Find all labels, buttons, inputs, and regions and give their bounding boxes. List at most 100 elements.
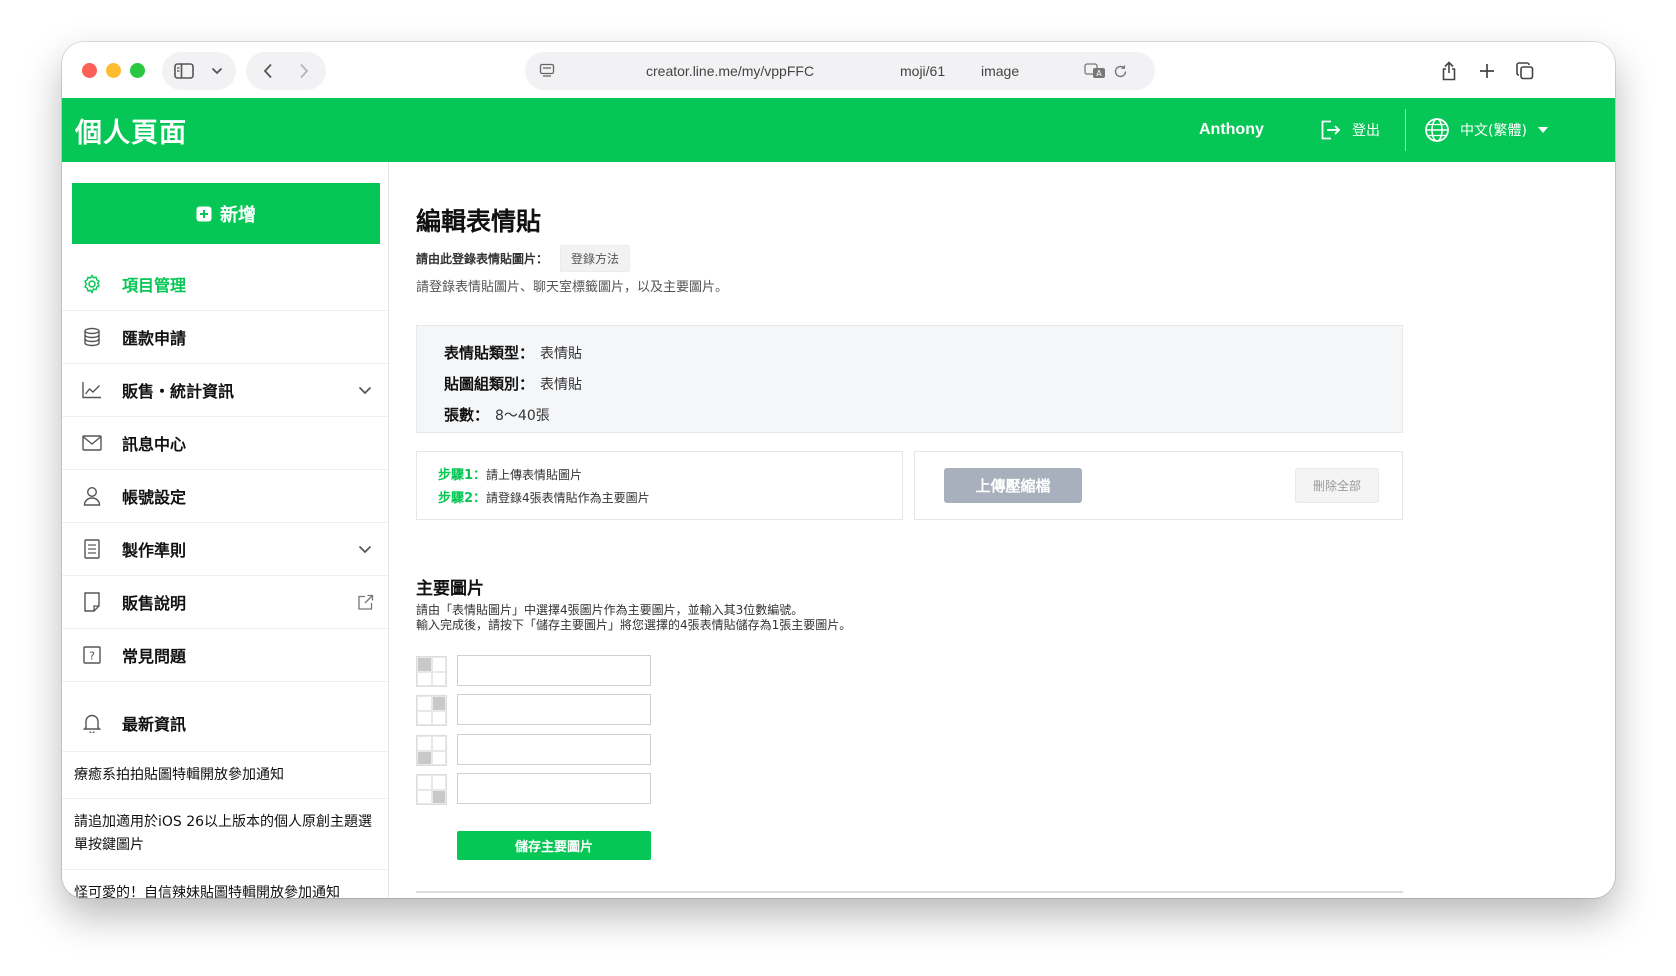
minimize-window-button[interactable]	[106, 63, 121, 78]
page-title-brand[interactable]: 個人頁面	[75, 98, 187, 162]
page-menu-icon[interactable]	[532, 52, 562, 90]
count-value: 8〜40張	[495, 408, 550, 424]
language-selector[interactable]: 中文(繁體)	[1424, 98, 1549, 162]
url-text-part-3: image	[981, 63, 1020, 79]
bell-icon	[82, 713, 102, 733]
browser-window: creator.line.me/my/vppFFC moji/61 image …	[62, 42, 1615, 898]
main-image-slot-2	[416, 694, 651, 726]
upload-box: 上傳壓縮檔 刪除全部	[914, 451, 1403, 520]
main-image-number-input-4[interactable]	[457, 773, 651, 804]
external-link-icon	[355, 592, 375, 612]
sticker-group-label: 貼圖組類別：	[444, 375, 535, 393]
sidebar-item-label: 販售說明	[122, 594, 187, 613]
logout-icon	[1321, 120, 1341, 140]
edit-emoji-title: 編輯表情貼	[416, 207, 542, 236]
emoji-type-label: 表情貼類型：	[444, 344, 535, 362]
address-bar[interactable]	[525, 52, 1155, 90]
sidebar-item-label: 販售・統計資訊	[122, 382, 235, 401]
close-window-button[interactable]	[82, 63, 97, 78]
news-item[interactable]: 請追加適用於iOS 26以上版本的個人原創主題選單按鍵圖片	[62, 799, 388, 870]
sidebar-item-label: 製作準則	[122, 541, 187, 560]
sidebar-item-account-settings[interactable]: 帳號設定	[62, 470, 388, 523]
emoji-info-box: 表情貼類型： 表情貼 貼圖組類別： 表情貼 張數： 8〜40張	[416, 325, 1403, 433]
main-image-slot-3	[416, 734, 651, 766]
step-2-text: 請登錄4張表情貼作為主要圖片	[486, 491, 650, 505]
main-image-heading: 主要圖片	[416, 579, 484, 599]
sidebar-item-faq[interactable]: ? 常見問題	[62, 629, 388, 682]
sidebar-item-label: 帳號設定	[122, 488, 187, 507]
section-divider	[416, 891, 1403, 893]
news-item[interactable]: 怪可愛的！自信辣妹貼圖特輯開放參加通知	[62, 870, 388, 898]
header-divider	[1405, 109, 1406, 151]
note-icon	[82, 592, 102, 612]
new-item-button[interactable]: 新增	[72, 183, 380, 244]
url-text-part-2: moji/61	[900, 63, 946, 79]
sidebar-item-label: 匯款申請	[122, 329, 187, 348]
step-1-label: 步驟1：	[438, 468, 487, 483]
main-image-desc-line-1: 請由「表情貼圖片」中選擇4張圖片作為主要圖片，並輸入其3位數編號。	[416, 603, 804, 617]
chevron-down-icon[interactable]	[355, 380, 375, 400]
save-main-image-button[interactable]: 儲存主要圖片	[457, 831, 651, 860]
sticker-group-row: 貼圖組類別： 表情貼	[444, 369, 1375, 400]
sidebar-item-payout-request[interactable]: 匯款申請	[62, 311, 388, 364]
emoji-type-value: 表情貼	[540, 346, 583, 362]
sidebar-toggle-icon[interactable]	[166, 52, 202, 90]
news-heading: 最新資訊	[62, 694, 388, 752]
sidebar-item-guidelines[interactable]: 製作準則	[62, 523, 388, 576]
sidebar: 新增 項目管理 匯款申請 販售・統計資訊 訊息中心 帳號設定 製作準則 販售說明…	[62, 162, 389, 898]
sidebar-item-sales-statistics[interactable]: 販售・統計資訊	[62, 364, 388, 417]
register-method-button[interactable]: 登錄方法	[560, 245, 631, 272]
news-item[interactable]: 療癒系拍拍貼圖特輯開放參加通知	[62, 752, 388, 799]
share-icon[interactable]	[1432, 52, 1466, 90]
emoji-type-row: 表情貼類型： 表情貼	[444, 338, 1375, 369]
subtitle: 請登錄表情貼圖片、聊天室標籤圖片，以及主要圖片。	[416, 280, 729, 295]
user-name: Anthony	[1199, 121, 1264, 138]
upload-zip-button[interactable]: 上傳壓縮檔	[944, 468, 1082, 503]
sticker-group-value: 表情貼	[540, 377, 583, 393]
main-image-number-input-1[interactable]	[457, 655, 651, 686]
document-icon	[82, 539, 102, 559]
main-image-desc-line-2: 輸入完成後，請按下「儲存主要圖片」將您選擇的4張表情貼儲存為1張主要圖片。	[416, 618, 852, 632]
step-1: 步驟1：請上傳表情貼圖片	[438, 464, 881, 487]
gear-icon	[82, 274, 102, 294]
sidebar-item-label: 訊息中心	[122, 435, 187, 454]
translate-icon[interactable]: A	[1082, 52, 1108, 90]
grid-position-icon	[416, 695, 447, 726]
step-2: 步驟2：請登錄4張表情貼作為主要圖片	[438, 487, 881, 510]
url-text-part-1: creator.line.me/my/vppFFC	[646, 63, 815, 79]
mail-icon	[82, 433, 102, 453]
globe-icon	[1425, 118, 1449, 142]
tab-overview-icon[interactable]	[1508, 52, 1542, 90]
logout-label: 登出	[1352, 123, 1380, 139]
chevron-down-icon[interactable]	[355, 539, 375, 559]
new-tab-icon[interactable]	[1470, 52, 1504, 90]
reload-icon[interactable]	[1108, 52, 1132, 90]
main-image-number-input-2[interactable]	[457, 694, 651, 725]
logout-button[interactable]: 登出	[1318, 98, 1380, 162]
new-item-label: 新增	[220, 204, 256, 225]
back-icon[interactable]	[252, 52, 284, 90]
sidebar-item-label: 項目管理	[122, 276, 187, 295]
sidebar-item-message-center[interactable]: 訊息中心	[62, 417, 388, 470]
svg-text:?: ?	[89, 650, 95, 663]
sidebar-item-sales-guide[interactable]: 販售說明	[62, 576, 388, 629]
grid-position-icon	[416, 656, 447, 687]
main-image-description: 請由「表情貼圖片」中選擇4張圖片作為主要圖片，並輸入其3位數編號。 輸入完成後，…	[416, 603, 851, 633]
grid-position-icon	[416, 735, 447, 766]
main-image-number-input-3[interactable]	[457, 734, 651, 765]
question-icon: ?	[82, 645, 102, 665]
count-label: 張數：	[444, 406, 490, 424]
step-1-text: 請上傳表情貼圖片	[486, 468, 583, 482]
zoom-window-button[interactable]	[130, 63, 145, 78]
forward-icon[interactable]	[288, 52, 320, 90]
register-label: 請由此登錄表情貼圖片：	[416, 252, 549, 266]
user-icon	[82, 486, 102, 506]
plus-square-icon	[196, 206, 212, 221]
register-row: 請由此登錄表情貼圖片： 登錄方法	[416, 245, 631, 272]
sidebar-item-project-management[interactable]: 項目管理	[62, 258, 388, 311]
delete-all-button[interactable]: 刪除全部	[1295, 468, 1379, 503]
main-image-slot-4	[416, 773, 651, 805]
chevron-down-icon[interactable]	[202, 52, 232, 90]
main-content: 編輯表情貼 請由此登錄表情貼圖片： 登錄方法 請登錄表情貼圖片、聊天室標籤圖片，…	[389, 162, 1615, 898]
count-row: 張數： 8〜40張	[444, 400, 1375, 431]
